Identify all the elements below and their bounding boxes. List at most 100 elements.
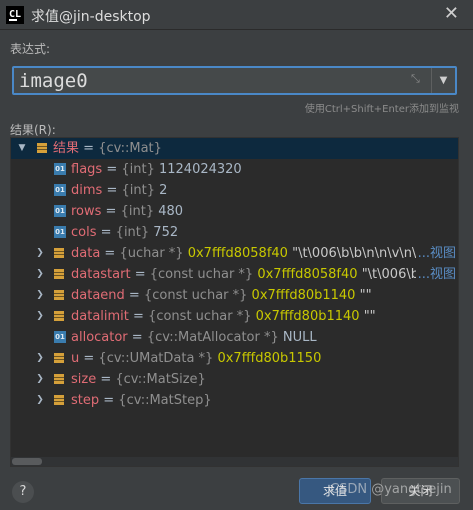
field-name: datastart: [71, 267, 131, 282]
field-type: {const uchar *}: [148, 309, 256, 324]
field-type: {cv::MatSize}: [115, 372, 206, 387]
equals-sign: =: [99, 393, 119, 408]
expression-label: 表达式:: [10, 42, 51, 56]
tree-row-size[interactable]: ❯ size = {cv::MatSize}: [11, 369, 458, 390]
tree-row-text: data = {uchar *} 0x7fffd8058f40 "\t\006\…: [71, 243, 430, 264]
field-value: 0x7fffd80b1140: [255, 309, 360, 324]
tree-row-text: datalimit = {const uchar *} 0x7fffd80b11…: [71, 306, 376, 327]
field-type: {int}: [120, 204, 159, 219]
object-icon: [54, 248, 64, 258]
tree-row-text: step = {cv::MatStep}: [71, 390, 212, 411]
object-icon: [37, 143, 47, 153]
string-preview: "\t\006\b\b\n\n\v\n\f\f: [287, 246, 430, 261]
tree-row-text: rows = {int} 480: [71, 201, 183, 222]
tree-row-datastart[interactable]: ❯ datastart = {const uchar *} 0x7fffd8058…: [11, 264, 458, 285]
clion-logo-icon: CL: [6, 6, 24, 24]
tree-row-data[interactable]: ❯ data = {uchar *} 0x7fffd8058f40 "\t\006…: [11, 243, 458, 264]
object-icon: [54, 311, 64, 321]
view-link[interactable]: ...视图: [415, 264, 456, 285]
expand-arrow-icon[interactable]: ❯: [35, 243, 45, 264]
field-value: 0x7fffd8058f40: [187, 246, 288, 261]
field-name: cols: [71, 225, 97, 240]
primitive-value-icon: 01: [54, 205, 66, 217]
field-name: dataend: [71, 288, 125, 303]
tree-row-cols[interactable]: 01 cols = {int} 752: [11, 222, 458, 243]
field-name: data: [71, 246, 101, 261]
collapse-arrow-icon[interactable]: ▼: [17, 138, 27, 159]
object-icon: [54, 395, 64, 405]
expand-arrow-icon[interactable]: ❯: [35, 306, 45, 327]
field-value: 0x7fffd80b1140: [251, 288, 356, 303]
field-value: 480: [158, 204, 184, 219]
tree-row-datalimit[interactable]: ❯ datalimit = {const uchar *} 0x7fffd80b1…: [11, 306, 458, 327]
field-name: flags: [71, 162, 103, 177]
tree-row-flags[interactable]: 01 flags = {int} 1124024320: [11, 159, 458, 180]
expand-arrow-icon[interactable]: ❯: [35, 264, 45, 285]
field-name: u: [71, 351, 80, 366]
close-button[interactable]: 关闭: [381, 478, 460, 504]
field-type: {const uchar *}: [143, 288, 252, 303]
title-bar: CL 求值@jin-desktop ✕: [0, 0, 473, 30]
field-type: {uchar *}: [119, 246, 188, 261]
tree-row-allocator[interactable]: 01 allocator = {cv::MatAllocator *} NULL: [11, 327, 458, 348]
tree-row-step[interactable]: ❯ step = {cv::MatStep}: [11, 390, 458, 411]
string-preview: "\t\006\b: [357, 267, 419, 282]
horizontal-scrollbar[interactable]: [11, 457, 458, 466]
field-value: 752: [153, 225, 179, 240]
primitive-value-icon: 01: [54, 163, 66, 175]
tree-row-text: 结果 = {cv::Mat}: [53, 138, 162, 159]
view-link[interactable]: ...视图: [415, 243, 456, 264]
tree-row-text: u = {cv::UMatData *} 0x7fffd80b1150: [71, 348, 321, 369]
object-icon: [54, 290, 64, 300]
history-dropdown-button[interactable]: ▼: [432, 68, 455, 93]
tree-row-rows[interactable]: 01 rows = {int} 480: [11, 201, 458, 222]
primitive-value-icon: 01: [54, 331, 66, 343]
field-type: {int}: [115, 225, 154, 240]
tree-row-text: size = {cv::MatSize}: [71, 369, 206, 390]
expand-arrow-icon[interactable]: ❯: [35, 390, 45, 411]
equals-sign: =: [128, 309, 149, 324]
equals-sign: =: [79, 351, 99, 366]
evaluate-button[interactable]: 求值: [299, 478, 371, 504]
primitive-value-icon: 01: [54, 226, 66, 238]
window-title: 求值@jin-desktop: [31, 9, 151, 25]
expand-editor-icon[interactable]: ⤡: [411, 72, 420, 86]
field-type: {cv::MatAllocator *}: [146, 330, 283, 345]
equals-sign: =: [124, 288, 144, 303]
expand-arrow-icon[interactable]: ❯: [35, 348, 45, 369]
field-value: NULL: [282, 330, 317, 345]
field-name: datalimit: [71, 309, 129, 324]
scrollbar-thumb[interactable]: [12, 458, 42, 465]
equals-sign: =: [79, 141, 99, 156]
equals-sign: =: [100, 246, 120, 261]
tree-row-u[interactable]: ❯ u = {cv::UMatData *} 0x7fffd80b1150: [11, 348, 458, 369]
string-preview: "": [359, 309, 376, 324]
field-type: {int}: [121, 183, 160, 198]
result-label: 结果(R):: [10, 123, 56, 137]
expand-arrow-icon[interactable]: ❯: [35, 285, 45, 306]
primitive-value-icon: 01: [54, 184, 66, 196]
field-type: {cv::UMatData *}: [98, 351, 218, 366]
equals-sign: =: [96, 225, 116, 240]
help-button[interactable]: ?: [12, 481, 34, 503]
expand-arrow-icon[interactable]: ❯: [35, 369, 45, 390]
tree-row-text: dims = {int} 2: [71, 180, 167, 201]
equals-sign: =: [130, 267, 150, 282]
field-name: step: [71, 393, 100, 408]
tree-row-text: flags = {int} 1124024320: [71, 159, 242, 180]
tree-row-dataend[interactable]: ❯ dataend = {const uchar *} 0x7fffd80b114…: [11, 285, 458, 306]
equals-sign: =: [96, 372, 116, 387]
tree-row-dims[interactable]: 01 dims = {int} 2: [11, 180, 458, 201]
window-close-icon[interactable]: ✕: [444, 3, 459, 24]
field-type: {const uchar *}: [149, 267, 258, 282]
expression-field[interactable]: ⤡ ▼: [12, 66, 457, 95]
field-name: dims: [71, 183, 103, 198]
field-type: {cv::Mat}: [98, 141, 162, 156]
tree-row-text: datastart = {const uchar *} 0x7fffd8058f…: [71, 264, 419, 285]
result-tree[interactable]: ▼ 结果 = {cv::Mat}01 flags = {int} 112402432…: [10, 137, 459, 467]
field-value: 0x7fffd80b1150: [217, 351, 322, 366]
tree-row-text: allocator = {cv::MatAllocator *} NULL: [71, 327, 317, 348]
expression-input[interactable]: [19, 69, 404, 93]
object-icon: [54, 374, 64, 384]
tree-row-root[interactable]: ▼ 结果 = {cv::Mat}: [11, 138, 458, 159]
